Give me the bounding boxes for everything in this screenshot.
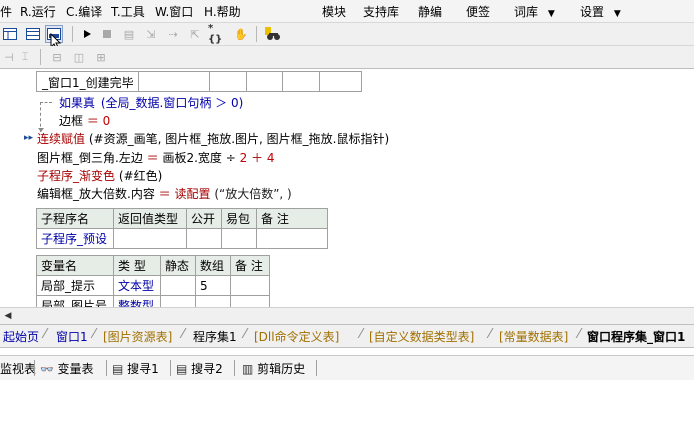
tab-variables[interactable]: 👓 变量表 [40, 360, 94, 377]
col-header: 静态 [160, 255, 196, 276]
table-cell[interactable]: 局部_提示 [36, 275, 114, 296]
clipboard-icon: ▥ [242, 362, 254, 376]
menu-tools[interactable]: T.工具 [111, 3, 145, 20]
code-line-gradient[interactable]: 子程序_渐变色 (#红色) [37, 167, 162, 184]
table-cell[interactable] [195, 295, 231, 307]
menu-compile[interactable]: C.编译 [66, 3, 102, 20]
col-header: 备 注 [230, 255, 270, 276]
code-line-triangle[interactable]: 图片框_倒三角.左边 ＝ 画板2.宽度 ÷ 2 ＋ 4 [37, 149, 275, 166]
tab-watch[interactable]: 监视表 [0, 360, 36, 377]
tab-start-page[interactable]: 起始页 [3, 328, 39, 345]
table-cell[interactable] [113, 228, 187, 249]
search-doc-icon: ▤ [112, 362, 124, 376]
search-doc-icon: ▤ [176, 362, 188, 376]
col-header: 备 注 [256, 208, 328, 229]
table-cell[interactable] [230, 275, 270, 296]
table-cell[interactable] [186, 228, 222, 249]
col-header: 变量名 [36, 255, 114, 276]
menu-settings[interactable]: 设置 ▼ [580, 3, 621, 20]
tab-dll-commands[interactable]: [Dll命令定义表] [254, 328, 339, 345]
tab-custom-types[interactable]: [自定义数据类型表] [369, 328, 474, 345]
subroutine-header-row: _窗口1_创建完毕 [36, 71, 362, 92]
col-header: 返回值类型 [113, 208, 187, 229]
document-tab-bar: 起始页 ⁄ 窗口1 ⁄ [图片资源表] ⁄ 程序集1 ⁄ [Dll命令定义表] … [0, 324, 694, 348]
layout-rows-icon[interactable] [24, 25, 42, 43]
table-cell[interactable] [221, 228, 257, 249]
menu-file-partial[interactable]: 件 [0, 3, 12, 20]
tab-window1[interactable]: 窗口1 [56, 328, 88, 345]
menu-help[interactable]: H.帮助 [204, 3, 241, 20]
align-height-icon[interactable]: ⌶ [16, 48, 34, 66]
center-horizontal-icon[interactable]: ⊟ [48, 48, 66, 66]
col-header: 易包 [221, 208, 257, 229]
tab-constants[interactable]: [常量数据表] [499, 328, 568, 345]
step-icon[interactable]: ▤ [120, 25, 138, 43]
horizontal-scrollbar[interactable]: ◀ [0, 307, 694, 325]
run-icon[interactable] [78, 25, 96, 43]
table-cell[interactable] [160, 295, 196, 307]
subroutine-table: 子程序名 返回值类型 公开 易包 备 注 子程序_预设 [36, 208, 328, 249]
tab-assembly1[interactable]: 程序集1 [193, 328, 237, 345]
table-row[interactable]: 子程序_预设 [36, 228, 328, 249]
toolbar-align: ⊣ ⌶ ⊟ ◫ ⊞ [0, 46, 694, 69]
table-cell[interactable]: 整数型 [113, 295, 161, 307]
toolbar-main: ▤ ⇲ ⇢ ⇱ *{} ✋ [0, 23, 694, 51]
table-cell[interactable]: 5 [195, 275, 231, 296]
step-out-icon[interactable]: ⇱ [186, 25, 204, 43]
table-cell[interactable]: 局部_图片号 [36, 295, 114, 307]
col-header: 子程序名 [36, 208, 114, 229]
table-row[interactable]: 局部_图片号 整数型 [36, 295, 270, 307]
center-both-icon[interactable]: ⊞ [92, 48, 110, 66]
hand-icon[interactable]: ✋ [232, 25, 250, 43]
bottom-panel-content[interactable] [0, 380, 694, 445]
current-line-icon: ▸▸ [24, 133, 34, 143]
tab-search1[interactable]: ▤ 搜寻1 [112, 360, 159, 377]
col-header: 公开 [186, 208, 222, 229]
menu-static[interactable]: 静编 [418, 3, 442, 20]
tab-window-assembly[interactable]: 窗口程序集_窗口1 [587, 328, 685, 345]
table-cell[interactable]: 子程序_预设 [36, 228, 114, 249]
scroll-left-icon[interactable]: ◀ [2, 310, 14, 322]
step-over-icon[interactable]: ⇢ [164, 25, 182, 43]
layout-grid-icon[interactable] [1, 25, 19, 43]
variable-table: 变量名 类 型 静态 数组 备 注 局部_提示 文本型 5 局部_图片号 整数型 [36, 255, 270, 307]
table-cell[interactable] [230, 295, 270, 307]
menu-run[interactable]: R.运行 [20, 3, 56, 20]
tab-clipboard-history[interactable]: ▥ 剪辑历史 [242, 360, 305, 377]
menu-window[interactable]: W.窗口 [155, 3, 193, 20]
menu-lexicon[interactable]: 词库 ▼ [514, 3, 555, 20]
code-line-continuous-assign[interactable]: 连续赋值 (#资源_画笔, 图片框_拖放.图片, 图片框_拖放.鼠标指针) [37, 130, 389, 147]
menu-note[interactable]: 便签 [466, 3, 490, 20]
glasses-icon: 👓 [40, 363, 54, 376]
center-vertical-icon[interactable]: ◫ [70, 48, 88, 66]
menu-bar: 件 R.运行 C.编译 T.工具 W.窗口 H.帮助 模块 支持库 静编 便签 … [0, 0, 694, 23]
step-into-icon[interactable]: ⇲ [142, 25, 160, 43]
stop-icon[interactable] [98, 25, 116, 43]
code-line-margin[interactable]: 边框 ＝ 0 [59, 112, 110, 129]
tab-search2[interactable]: ▤ 搜寻2 [176, 360, 223, 377]
menu-settings-label: 设置 [580, 5, 605, 19]
table-row[interactable]: 局部_提示 文本型 5 [36, 275, 270, 296]
col-header: 数组 [195, 255, 231, 276]
menu-support-lib[interactable]: 支持库 [363, 3, 399, 20]
tab-image-resources[interactable]: [图片资源表] [103, 328, 172, 345]
table-cell[interactable] [160, 275, 196, 296]
code-editor[interactable]: _窗口1_创建完毕 如果真 (全局_数据.窗口句柄 ＞ 0) 边框 ＝ 0 ▸▸… [0, 69, 694, 307]
code-line-if[interactable]: 如果真 (全局_数据.窗口句柄 ＞ 0) [59, 94, 243, 111]
chevron-down-icon: ▼ [613, 9, 621, 19]
bottom-panel-tabs: 监视表 👓 变量表 ▤ 搜寻1 ▤ 搜寻2 ▥ 剪辑历史 [0, 355, 694, 381]
table-cell[interactable]: 文本型 [113, 275, 161, 296]
braces-icon[interactable]: *{} [208, 23, 226, 45]
find-icon[interactable] [264, 25, 282, 43]
table-cell[interactable] [256, 228, 328, 249]
col-header: 类 型 [113, 255, 161, 276]
menu-lexicon-label: 词库 [514, 5, 539, 19]
menu-module[interactable]: 模块 [322, 3, 346, 20]
chevron-down-icon: ▼ [547, 9, 555, 19]
code-line-zoom[interactable]: 编辑框_放大倍数.内容 ＝ 读配置 (“放大倍数”, ) [37, 185, 292, 202]
subroutine-header-name[interactable]: _窗口1_创建完毕 [42, 74, 134, 91]
